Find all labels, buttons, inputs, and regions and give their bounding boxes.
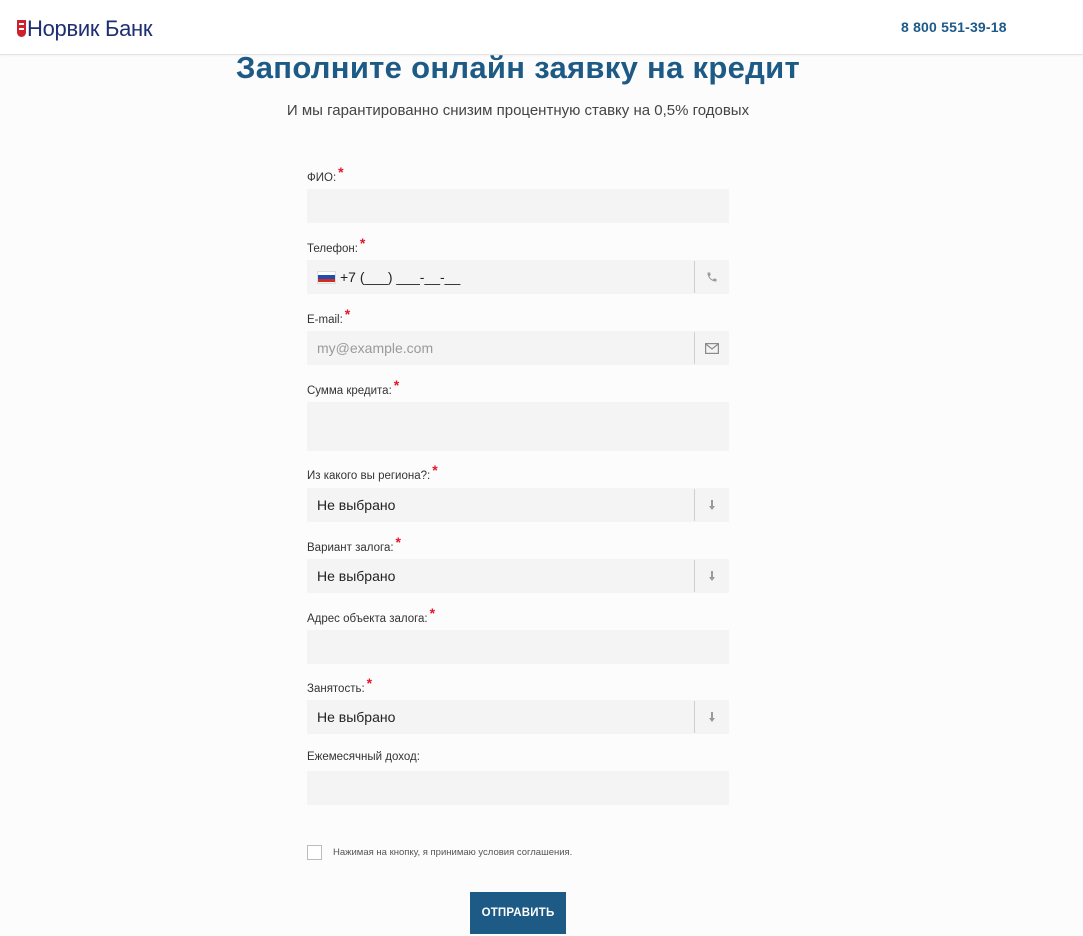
region-select-value: Не выбрано bbox=[317, 497, 396, 513]
employment-select[interactable]: Не выбрано bbox=[307, 700, 729, 734]
agreement-row: Нажимая на кнопку, я принимаю условия со… bbox=[307, 845, 572, 860]
amount-input[interactable] bbox=[307, 402, 729, 451]
employment-label: Занятость: * bbox=[307, 675, 373, 695]
logo-shield-icon bbox=[17, 19, 26, 39]
fio-input[interactable] bbox=[307, 189, 729, 223]
region-label: Из какого вы региона?: * bbox=[307, 462, 438, 482]
agreement-checkbox[interactable] bbox=[307, 845, 322, 860]
address-label: Адрес объекта залога: * bbox=[307, 605, 436, 625]
email-input[interactable]: my@example.com bbox=[307, 331, 729, 365]
email-label: E-mail: * bbox=[307, 306, 351, 326]
required-mark: * bbox=[338, 164, 344, 180]
page-subtitle: И мы гарантированно снизим процентную ст… bbox=[286, 102, 750, 119]
address-input[interactable] bbox=[307, 630, 729, 664]
required-mark: * bbox=[395, 534, 401, 550]
required-mark: * bbox=[344, 306, 351, 322]
required-mark: * bbox=[359, 235, 366, 251]
fio-label: ФИО: * bbox=[307, 164, 344, 184]
page-title: Заполните онлайн заявку на кредит bbox=[236, 50, 800, 85]
site-header: Норвик Банк 8 800 551-39-18 bbox=[0, 0, 1083, 55]
email-placeholder: my@example.com bbox=[317, 340, 434, 356]
collateral-label: Вариант залога: * bbox=[307, 534, 401, 554]
collateral-select[interactable]: Не выбрано bbox=[307, 559, 729, 593]
phone-icon bbox=[694, 261, 728, 293]
income-label: Ежемесячный доход: bbox=[307, 751, 420, 763]
required-mark: * bbox=[429, 605, 436, 621]
sort-arrow-icon bbox=[694, 701, 728, 733]
collateral-select-value: Не выбрано bbox=[317, 568, 396, 584]
required-mark: * bbox=[366, 675, 373, 691]
sort-arrow-icon bbox=[694, 489, 728, 521]
income-input[interactable] bbox=[307, 771, 729, 805]
sort-arrow-icon bbox=[694, 560, 728, 592]
envelope-icon bbox=[694, 332, 728, 364]
required-mark: * bbox=[432, 462, 438, 478]
russia-flag-icon[interactable] bbox=[317, 270, 336, 284]
phone-input[interactable]: +7 (___) ___-__-__ bbox=[307, 260, 729, 294]
phone-label: Телефон: * bbox=[307, 235, 366, 255]
region-select[interactable]: Не выбрано bbox=[307, 488, 729, 522]
employment-select-value: Не выбрано bbox=[317, 709, 396, 725]
logo-text: Норвик Банк bbox=[27, 16, 153, 41]
required-mark: * bbox=[393, 377, 400, 393]
header-phone-link[interactable]: 8 800 551-39-18 bbox=[901, 19, 1007, 35]
phone-mask-text: +7 (___) ___-__-__ bbox=[340, 269, 461, 285]
agreement-text: Нажимая на кнопку, я принимаю условия со… bbox=[333, 847, 573, 858]
amount-label: Сумма кредита: * bbox=[307, 377, 400, 397]
bank-logo[interactable]: Норвик Банк bbox=[17, 16, 153, 41]
submit-button[interactable]: ОТПРАВИТЬ bbox=[470, 892, 566, 934]
